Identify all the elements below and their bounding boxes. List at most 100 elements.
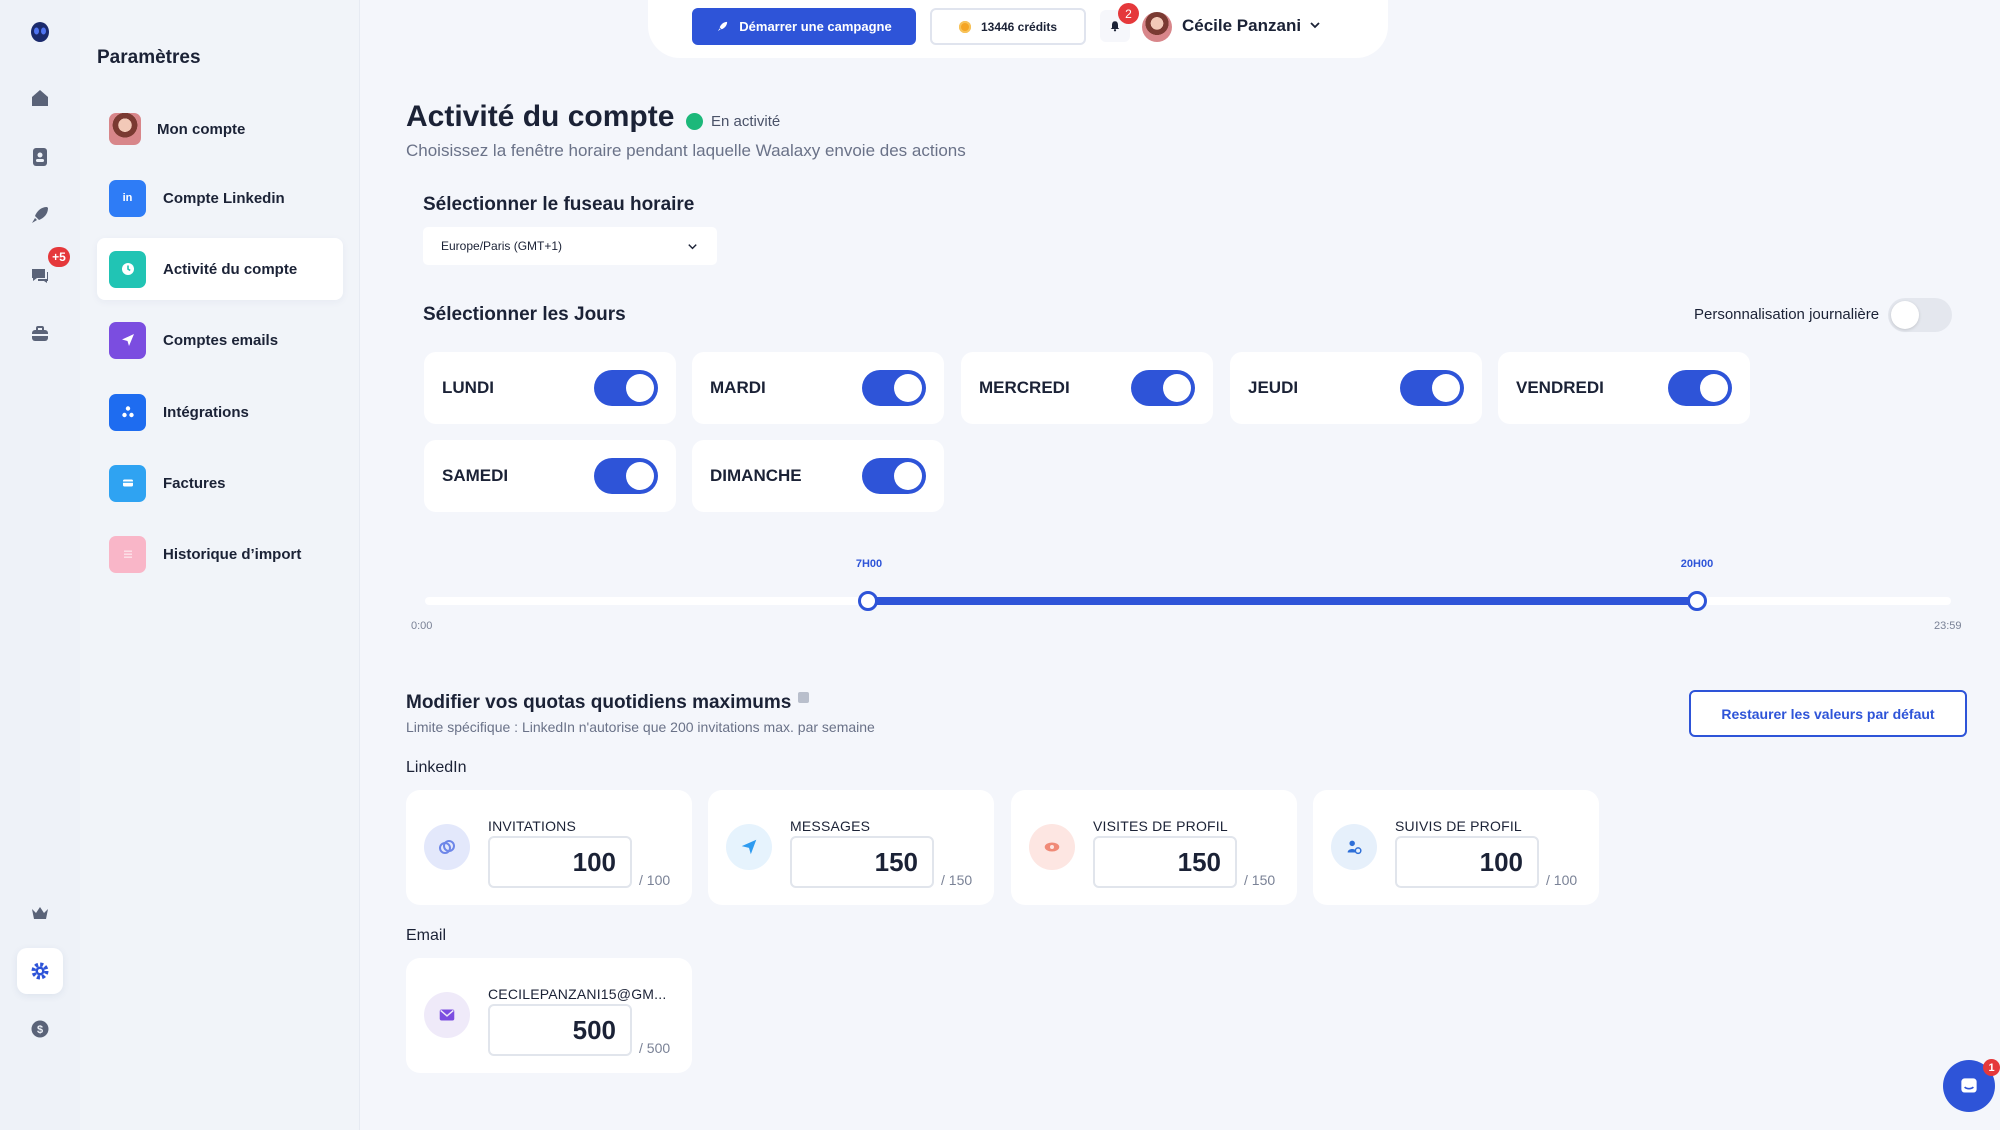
paper-plane-icon (726, 824, 772, 870)
timezone-heading: Sélectionner le fuseau horaire (423, 194, 695, 215)
sidebar-item-compte-linkedin[interactable]: in Compte Linkedin (97, 167, 343, 229)
quota-max: / 150 (941, 872, 973, 888)
linkedin-icon: in (109, 179, 146, 217)
quota-max: / 150 (1244, 872, 1276, 888)
day-card-mercredi: MERCREDI (961, 352, 1213, 424)
quotas-subtitle: Limite spécifique : LinkedIn n'autorise … (406, 719, 875, 735)
alien-logo-icon[interactable] (20, 12, 60, 52)
quotas-title: Modifier vos quotas quotidiens maximums (406, 692, 792, 713)
day-label: VENDREDI (1516, 378, 1604, 397)
personalization-toggle[interactable] (1888, 298, 1952, 332)
day-toggle-mardi[interactable] (862, 370, 926, 406)
user-follow-icon (1331, 824, 1377, 870)
sidebar-item-label: Comptes emails (163, 331, 279, 349)
contacts-icon[interactable] (20, 137, 60, 177)
chevron-down-icon[interactable] (1308, 18, 1322, 32)
credits-button[interactable]: 13446 crédits (930, 8, 1086, 45)
day-toggle-vendredi[interactable] (1668, 370, 1732, 406)
day-toggle-dimanche[interactable] (862, 458, 926, 494)
day-label: DIMANCHE (710, 466, 802, 485)
email-group-heading: Email (406, 927, 447, 944)
quota-input[interactable]: 100 (488, 836, 632, 888)
chat-icon (1961, 1078, 1977, 1093)
day-label: MARDI (710, 378, 766, 397)
linkedin-group-heading: LinkedIn (406, 759, 467, 776)
envelope-icon (424, 992, 470, 1038)
sidebar-item-mon-compte[interactable]: Mon compte (97, 98, 343, 160)
quota-input[interactable]: 150 (790, 836, 934, 888)
day-label: SAMEDI (442, 466, 509, 485)
rocket-icon[interactable] (20, 195, 60, 235)
sidebar-item-label: Historique d’import (163, 545, 302, 563)
sidebar-item-activite-du-compte[interactable]: Activité du compte (97, 238, 343, 300)
quota-card-visites-profil: VISITES DE PROFIL 150 / 150 (1011, 790, 1297, 905)
day-card-mardi: MARDI (692, 352, 944, 424)
range-min-label: 0:00 (411, 620, 433, 632)
quota-card-email: CECILEPANZANI15@GM... 500 / 500 (406, 958, 692, 1073)
quota-title: VISITES DE PROFIL (1093, 818, 1228, 834)
quota-card-messages: MESSAGES 150 / 150 (708, 790, 994, 905)
day-card-vendredi: VENDREDI (1498, 352, 1750, 424)
quota-input[interactable]: 500 (488, 1004, 632, 1056)
sidebar-title: Paramètres (97, 47, 201, 68)
status-badge: En activité (711, 113, 781, 130)
eye-icon (1029, 824, 1075, 870)
settings-sidebar: Paramètres Mon compte in Compte Linkedin… (80, 0, 360, 1130)
day-label: JEUDI (1248, 378, 1299, 397)
sidebar-item-historique-import[interactable]: Historique d’import (97, 523, 343, 585)
crown-icon[interactable] (20, 893, 60, 933)
day-card-jeudi: JEUDI (1230, 352, 1482, 424)
coin-icon (958, 20, 971, 33)
info-icon[interactable] (798, 692, 809, 703)
time-range-fill (868, 597, 1697, 605)
start-campaign-button[interactable]: Démarrer une campagne (692, 8, 916, 45)
sidebar-item-label: Intégrations (163, 403, 249, 421)
range-end-label: 20H00 (1680, 558, 1714, 570)
quota-card-invitations: INVITATIONS 100 / 100 (406, 790, 692, 905)
quota-input[interactable]: 150 (1093, 836, 1237, 888)
range-end-handle[interactable] (1687, 591, 1707, 611)
credits-label: 13446 crédits (980, 19, 1058, 34)
day-toggle-jeudi[interactable] (1400, 370, 1464, 406)
timezone-select[interactable]: Europe/Paris (GMT+1) (423, 227, 717, 265)
quota-title: INVITATIONS (488, 818, 577, 834)
range-start-handle[interactable] (858, 591, 878, 611)
sidebar-item-factures[interactable]: Factures (97, 452, 343, 514)
messages-badge: +5 (48, 247, 70, 267)
sidebar-item-comptes-emails[interactable]: Comptes emails (97, 309, 343, 371)
personalization-label: Personnalisation journalière (1694, 306, 1880, 323)
user-name[interactable]: Cécile Panzani (1182, 16, 1301, 36)
user-avatar[interactable] (1142, 12, 1172, 42)
page-title: Activité du compte (406, 100, 675, 133)
dollar-icon[interactable]: $ (20, 1009, 60, 1049)
quota-card-suivis-profil: SUIVIS DE PROFIL 100 / 100 (1313, 790, 1599, 905)
icon-rail: +5 $ (0, 0, 80, 1130)
quota-input[interactable]: 100 (1395, 836, 1539, 888)
days-heading: Sélectionner les Jours (423, 304, 626, 325)
invoice-icon (109, 464, 146, 502)
sidebar-item-label: Mon compte (157, 120, 246, 138)
link-icon (424, 824, 470, 870)
sidebar-item-label: Activité du compte (163, 260, 298, 278)
start-campaign-label: Démarrer une campagne (739, 19, 892, 34)
day-toggle-lundi[interactable] (594, 370, 658, 406)
day-card-samedi: SAMEDI (424, 440, 676, 512)
reset-defaults-button[interactable]: Restaurer les valeurs par défaut (1689, 690, 1967, 737)
notifications-badge: 2 (1118, 3, 1139, 24)
settings-gear-icon[interactable] (17, 948, 63, 994)
sidebar-item-integrations[interactable]: Intégrations (97, 381, 343, 443)
day-toggle-mercredi[interactable] (1131, 370, 1195, 406)
rocket-icon (718, 21, 728, 32)
briefcase-icon[interactable] (20, 314, 60, 354)
svg-text:$: $ (37, 1024, 43, 1036)
day-label: LUNDI (442, 378, 494, 397)
home-icon[interactable] (20, 78, 60, 118)
quota-max: / 100 (1546, 872, 1578, 888)
day-toggle-samedi[interactable] (594, 458, 658, 494)
day-card-dimanche: DIMANCHE (692, 440, 944, 512)
avatar (109, 113, 141, 145)
day-label: MERCREDI (979, 378, 1070, 397)
chevron-down-icon (688, 244, 697, 250)
quota-title: SUIVIS DE PROFIL (1395, 818, 1522, 834)
range-max-label: 23:59 (1934, 620, 1962, 632)
